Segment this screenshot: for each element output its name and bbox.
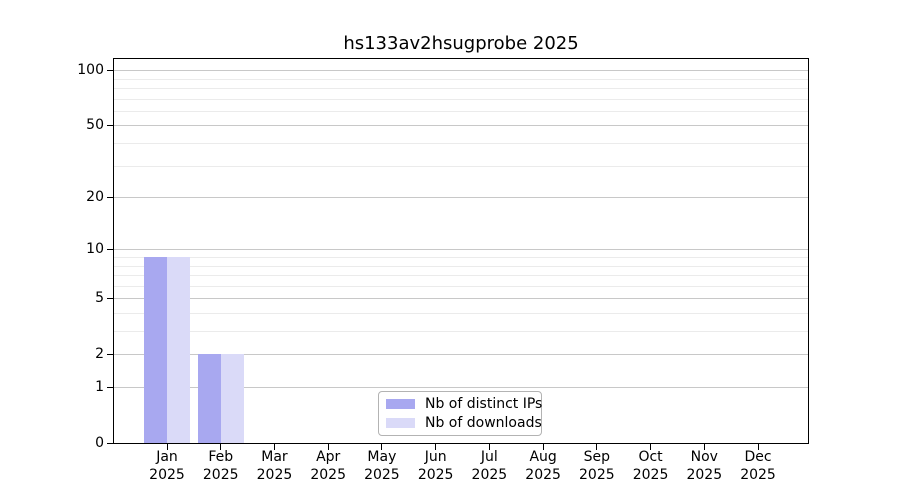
bar-downloads <box>167 257 190 443</box>
gridline-minor <box>114 312 808 314</box>
gridline-minor <box>114 331 808 332</box>
gridline-minor <box>114 88 808 89</box>
figure-root: hs133av2hsugprobe 2025 0 1 2 5 10 20 50 100 Jan… <box>0 0 900 500</box>
y-tick-label: 20 <box>86 189 104 206</box>
y-tick-mark <box>107 69 113 71</box>
gridline-minor <box>114 143 808 144</box>
x-tick-label: Dec 2025 <box>716 449 800 484</box>
y-tick-mark <box>107 442 113 444</box>
bar-distinct-ips <box>197 354 221 443</box>
y-tick-mark <box>107 124 113 126</box>
gridline-minor <box>114 110 808 112</box>
y-tick-label: 1 <box>95 379 104 395</box>
legend-label-distinct-ips: Nb of distinct IPs <box>425 396 543 413</box>
gridline-minor <box>114 165 808 167</box>
x-tick-year: 2025 <box>740 466 776 483</box>
y-tick-label: 0 <box>95 435 104 451</box>
y-tick-label: 5 <box>95 290 104 307</box>
y-tick-mark <box>107 297 113 299</box>
y-tick-mark <box>107 353 113 355</box>
gridline-major <box>114 298 808 300</box>
legend-item-distinct-ips: Nb of distinct IPs <box>386 396 542 412</box>
gridline-minor <box>114 256 808 258</box>
gridline-major <box>114 249 808 251</box>
y-tick-label: 50 <box>86 117 104 134</box>
x-tick-month: Dec <box>744 449 772 465</box>
legend-swatch-distinct-ips <box>386 399 415 410</box>
bar-downloads <box>220 354 244 443</box>
y-tick-mark <box>107 386 113 388</box>
legend-item-downloads: Nb of downloads <box>386 415 542 431</box>
legend-swatch-downloads <box>386 417 415 428</box>
gridline-minor <box>114 78 808 80</box>
gridline-minor <box>114 265 808 267</box>
gridline-major <box>114 197 808 199</box>
plot-area <box>113 58 809 444</box>
gridline-minor <box>114 98 808 100</box>
gridline-minor <box>114 285 808 287</box>
gridline-minor <box>114 275 808 277</box>
legend: Nb of distinct IPs Nb of downloads <box>378 391 542 436</box>
y-tick-label: 2 <box>95 346 104 363</box>
y-tick-label: 10 <box>86 241 104 258</box>
gridline-major <box>114 125 808 127</box>
legend-label-downloads: Nb of downloads <box>425 414 542 431</box>
bar-distinct-ips <box>144 257 167 443</box>
y-tick-mark <box>107 248 113 250</box>
y-tick-mark <box>107 196 113 198</box>
gridline-major <box>114 70 808 72</box>
y-tick-label: 100 <box>77 62 104 79</box>
chart-title: hs133av2hsugprobe 2025 <box>343 33 579 54</box>
